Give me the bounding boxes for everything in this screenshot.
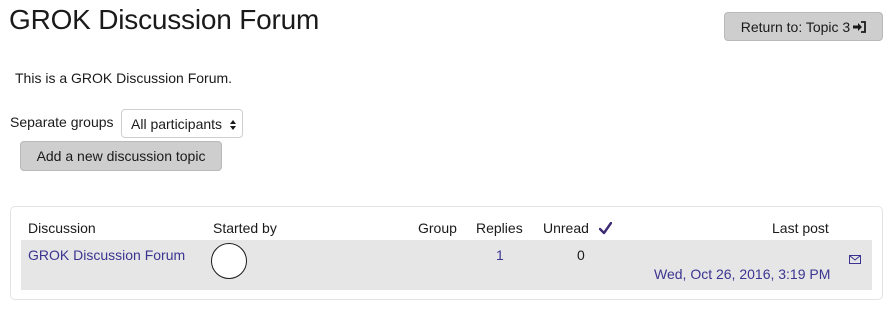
- column-header-unread[interactable]: Unread: [543, 220, 589, 236]
- groups-select[interactable]: All participants: [121, 109, 243, 138]
- separate-groups-label: Separate groups: [10, 114, 114, 130]
- return-button-label: Return to: Topic 3: [740, 18, 851, 35]
- sign-in-icon: [853, 20, 867, 33]
- discussion-link[interactable]: GROK Discussion Forum: [28, 247, 185, 263]
- page-title: GROK Discussion Forum: [9, 4, 320, 35]
- groups-select-value: All participants: [131, 115, 223, 132]
- forum-intro-text: This is a GROK Discussion Forum.: [15, 70, 233, 86]
- column-header-discussion[interactable]: Discussion: [28, 220, 96, 236]
- column-header-last-post[interactable]: Last post: [772, 220, 829, 236]
- last-post-link[interactable]: Wed, Oct 26, 2016, 3:19 PM: [654, 266, 830, 282]
- column-header-started-by[interactable]: Started by: [213, 220, 277, 236]
- sort-arrows-icon: [229, 118, 237, 134]
- return-to-topic-button[interactable]: Return to: Topic 3: [724, 12, 883, 41]
- checkmark-icon[interactable]: [598, 221, 613, 240]
- unread-count: 0: [577, 247, 585, 263]
- column-header-replies[interactable]: Replies: [476, 220, 523, 236]
- column-header-group[interactable]: Group: [418, 220, 457, 236]
- envelope-icon[interactable]: [849, 251, 861, 269]
- add-discussion-topic-button[interactable]: Add a new discussion topic: [20, 141, 222, 171]
- user-avatar[interactable]: [211, 243, 247, 279]
- replies-count-link[interactable]: 1: [496, 247, 504, 263]
